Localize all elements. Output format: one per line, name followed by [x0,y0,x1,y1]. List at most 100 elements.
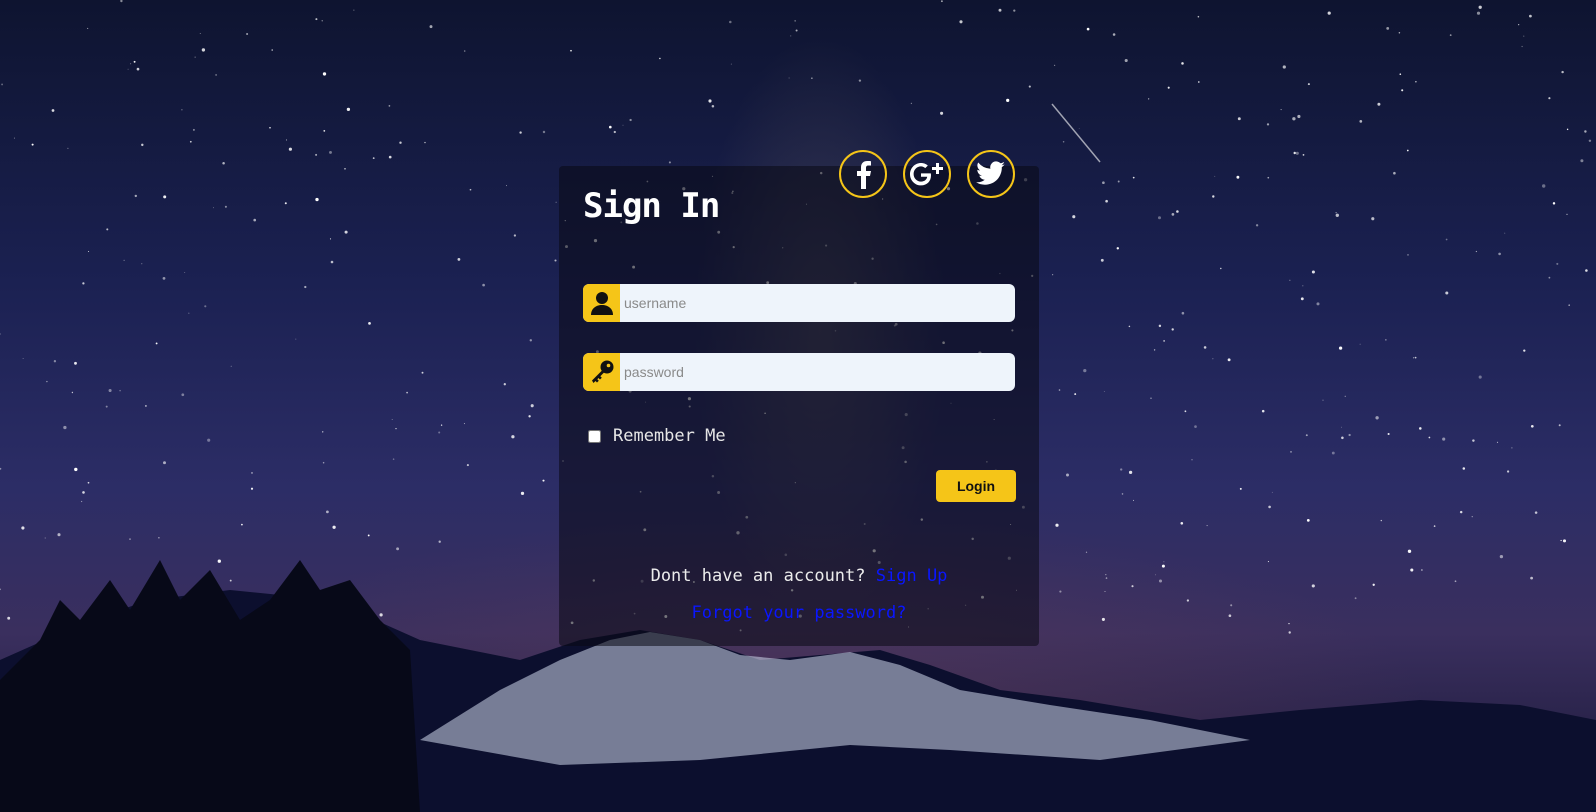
star [708,99,712,103]
star [1307,83,1310,86]
star [1542,184,1546,188]
remember-me-checkbox[interactable] [588,429,601,443]
star [31,143,34,146]
star [1406,149,1409,152]
star [1523,349,1526,352]
star [215,73,218,76]
star [1163,340,1165,342]
star [346,107,351,112]
star [1227,358,1231,362]
star [1393,171,1396,175]
star [788,77,790,79]
star [1212,195,1215,198]
star [1132,176,1135,179]
star [730,63,732,65]
star [1157,216,1162,220]
star [1410,568,1414,572]
star [184,272,186,273]
star [1585,269,1588,272]
star [1083,368,1087,373]
star [1105,577,1108,579]
star [1562,539,1567,543]
star [207,438,211,442]
star [330,260,334,264]
star [1476,11,1481,15]
star [1496,441,1499,443]
star [251,472,253,474]
star [127,68,129,70]
star [388,105,391,107]
star [513,234,517,237]
star [51,109,55,112]
star [144,404,147,407]
star [1074,393,1077,396]
star [1280,109,1282,111]
star [80,500,83,503]
star [1101,617,1105,621]
star [163,195,167,199]
shooting-star [1051,103,1101,163]
star [1072,215,1076,219]
google-plus-login-button[interactable] [903,150,951,198]
star [315,197,319,202]
star [213,207,215,209]
star [1454,580,1457,583]
star [46,380,48,383]
star [1401,89,1404,92]
password-input[interactable] [620,353,1015,391]
star [940,111,944,115]
star [1499,554,1504,559]
star [57,533,61,537]
sign-up-link[interactable]: Sign Up [876,566,948,586]
star [1341,426,1343,428]
star [711,105,715,108]
star [429,25,433,29]
star [284,202,287,205]
star [554,259,557,262]
star [1180,521,1184,525]
key-icon-box [583,353,620,391]
star [1105,573,1107,576]
star [1103,391,1105,393]
star [130,63,132,65]
star [155,342,158,345]
username-field [583,284,1015,322]
star [250,487,254,490]
star [88,251,90,252]
star [1268,505,1271,509]
star [1102,181,1105,185]
star [406,391,408,394]
star [120,0,123,3]
remember-me-row[interactable]: Remember Me [588,426,726,446]
star [1472,439,1475,442]
star [1398,32,1401,34]
facebook-login-button[interactable] [839,150,887,198]
star [1055,523,1059,527]
login-button[interactable]: Login [936,470,1016,502]
star [668,161,671,164]
star [271,49,273,51]
star [438,540,441,543]
star [1407,254,1409,256]
star [1078,128,1080,130]
username-input[interactable] [620,284,1015,322]
star [1121,493,1124,495]
star [1271,491,1273,493]
star [67,147,69,150]
twitter-login-button[interactable] [967,150,1015,198]
star [1399,73,1402,75]
star [506,185,507,187]
star [1588,139,1592,143]
star [321,431,324,433]
star [82,491,85,494]
star [729,20,732,24]
star [1380,519,1382,522]
star [542,479,545,482]
star [1584,130,1587,133]
forgot-password-link[interactable]: Forgot your password? [692,603,907,623]
star [1290,451,1292,453]
star [1028,85,1031,88]
star [1302,285,1304,287]
star [181,109,183,111]
star [1462,467,1466,470]
